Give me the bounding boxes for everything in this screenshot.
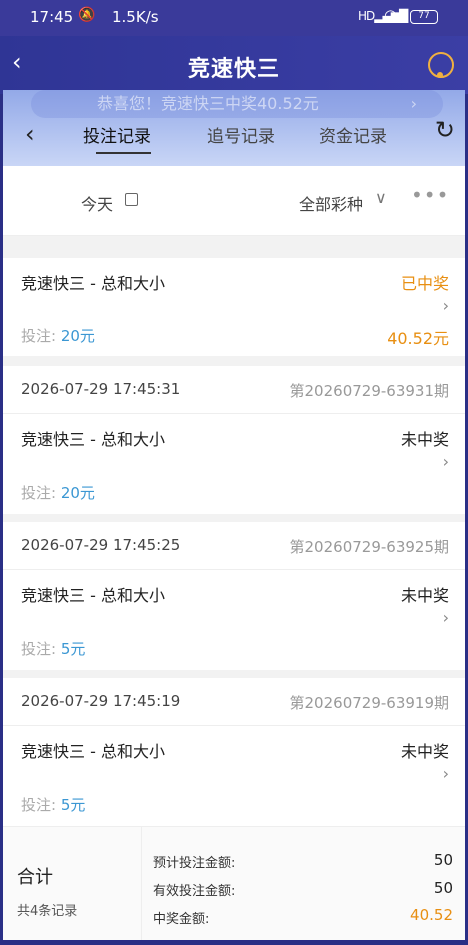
- stake-amount: 20元: [60, 327, 95, 345]
- stake-amount: 5元: [60, 640, 86, 658]
- record-stake: 投注: 5元: [21, 794, 85, 815]
- tab-fund-records[interactable]: 资金记录: [319, 122, 387, 147]
- filter-bar: 今天 全部彩种 ∨ •••: [3, 166, 465, 236]
- record-status: 已中奖: [400, 274, 449, 293]
- app-bar: ‹ 竞速快三: [0, 36, 468, 94]
- prize-value: 40.52: [410, 906, 453, 924]
- chevron-down-icon[interactable]: ∨: [375, 188, 387, 207]
- lottery-filter[interactable]: 全部彩种: [299, 191, 363, 215]
- tab-indicator: [96, 152, 151, 154]
- record-card[interactable]: 2026-07-29 17:45:31 第20260729-63931期 竞速快…: [3, 366, 465, 514]
- record-date: 2026-07-29 17:45:25: [21, 536, 181, 554]
- customer-service-icon[interactable]: [428, 52, 454, 78]
- battery-icon: 77: [410, 10, 438, 24]
- stake-label: 投注:: [21, 484, 57, 502]
- prize-label: 中奖金额:: [153, 912, 210, 927]
- record-stake: 投注: 5元: [21, 638, 85, 659]
- record-list: 竞速快三 - 总和大小 已中奖 › 投注: 20元 40.52元 2026-07…: [3, 236, 465, 826]
- win-banner-text: 恭喜您！竞速快三中奖40.52元: [97, 94, 319, 113]
- record-card[interactable]: 2026-07-29 17:45:25 第20260729-63925期 竞速快…: [3, 522, 465, 670]
- network-speed: 1.5K/s: [112, 8, 159, 26]
- summary-divider: [141, 827, 142, 941]
- valid-bet-label: 有效投注金额:: [153, 884, 236, 899]
- bottom-edge: [0, 940, 468, 945]
- chevron-right-icon: ›: [442, 608, 449, 627]
- record-card[interactable]: 2026-07-29 17:45:19 第20260729-63919期 竞速快…: [3, 678, 465, 826]
- stake-label: 投注:: [21, 327, 57, 345]
- record-prize: 40.52元: [387, 329, 449, 348]
- chevron-right-icon: ›: [442, 764, 449, 783]
- stake-amount: 5元: [60, 796, 86, 814]
- record-name: 竞速快三 - 总和大小: [21, 742, 165, 761]
- summary-count: 共4条记录: [17, 904, 78, 919]
- record-header: 2026-07-29 17:45:31 第20260729-63931期: [3, 366, 465, 414]
- record-stake: 投注: 20元: [21, 482, 95, 503]
- record-header: 2026-07-29 17:45:19 第20260729-63919期: [3, 678, 465, 726]
- record-date: 2026-07-29 17:45:19: [21, 692, 181, 710]
- estimated-bet-label: 预计投注金额:: [153, 856, 236, 871]
- stake-amount: 20元: [60, 484, 95, 502]
- back-arrow-icon[interactable]: ‹: [25, 120, 35, 148]
- record-issue: 第20260729-63931期: [289, 382, 449, 400]
- stake-label: 投注:: [21, 796, 57, 814]
- record-tabs: ‹ 投注记录 追号记录 资金记录 ↻: [3, 116, 465, 166]
- wifi-icon: ◠: [384, 6, 398, 24]
- more-icon[interactable]: •••: [411, 183, 449, 207]
- record-stake: 投注: 20元: [21, 325, 95, 346]
- record-issue: 第20260729-63919期: [289, 694, 449, 712]
- valid-bet-value: 50: [433, 879, 453, 897]
- chevron-right-icon: ›: [442, 452, 449, 471]
- record-status: 未中奖: [400, 430, 449, 449]
- record-status: 未中奖: [400, 742, 449, 761]
- record-sheet-header: 恭喜您！竞速快三中奖40.52元 › ‹ 投注记录 追号记录 资金记录 ↻: [3, 90, 465, 166]
- refresh-icon[interactable]: ↻: [435, 116, 455, 144]
- record-name: 竞速快三 - 总和大小: [21, 274, 165, 293]
- chevron-right-icon: ›: [410, 94, 417, 113]
- summary-footer: 合计 共4条记录 预计投注金额: 50 有效投注金额: 50 中奖金额: 40.…: [3, 826, 465, 941]
- calendar-icon[interactable]: [125, 193, 138, 206]
- status-time: 17:45: [30, 8, 74, 26]
- battery-level: 77: [418, 11, 430, 21]
- chevron-right-icon: ›: [442, 296, 449, 315]
- record-issue: 第20260729-63925期: [289, 538, 449, 556]
- record-name: 竞速快三 - 总和大小: [21, 430, 165, 449]
- signal-icon: HD▂▄▆█: [358, 9, 408, 23]
- stake-label: 投注:: [21, 640, 57, 658]
- mute-bell-icon: 🔕: [78, 7, 96, 23]
- record-card[interactable]: 竞速快三 - 总和大小 已中奖 › 投注: 20元 40.52元: [3, 258, 465, 356]
- signal-label: HD: [358, 9, 375, 23]
- record-header: 2026-07-29 17:45:25 第20260729-63925期: [3, 522, 465, 570]
- record-date: 2026-07-29 17:45:31: [21, 380, 181, 398]
- win-banner[interactable]: 恭喜您！竞速快三中奖40.52元 ›: [31, 90, 443, 118]
- tab-bet-records[interactable]: 投注记录: [83, 122, 151, 147]
- tab-chase-records[interactable]: 追号记录: [207, 122, 275, 147]
- estimated-bet-value: 50: [433, 851, 453, 869]
- record-name: 竞速快三 - 总和大小: [21, 586, 165, 605]
- record-status: 未中奖: [400, 586, 449, 605]
- status-bar: 17:45 🔕 1.5K/s HD▂▄▆█ ◠ 77: [0, 0, 468, 36]
- page-title: 竞速快三: [187, 57, 280, 82]
- summary-title: 合计: [17, 867, 53, 888]
- date-filter[interactable]: 今天: [81, 191, 113, 215]
